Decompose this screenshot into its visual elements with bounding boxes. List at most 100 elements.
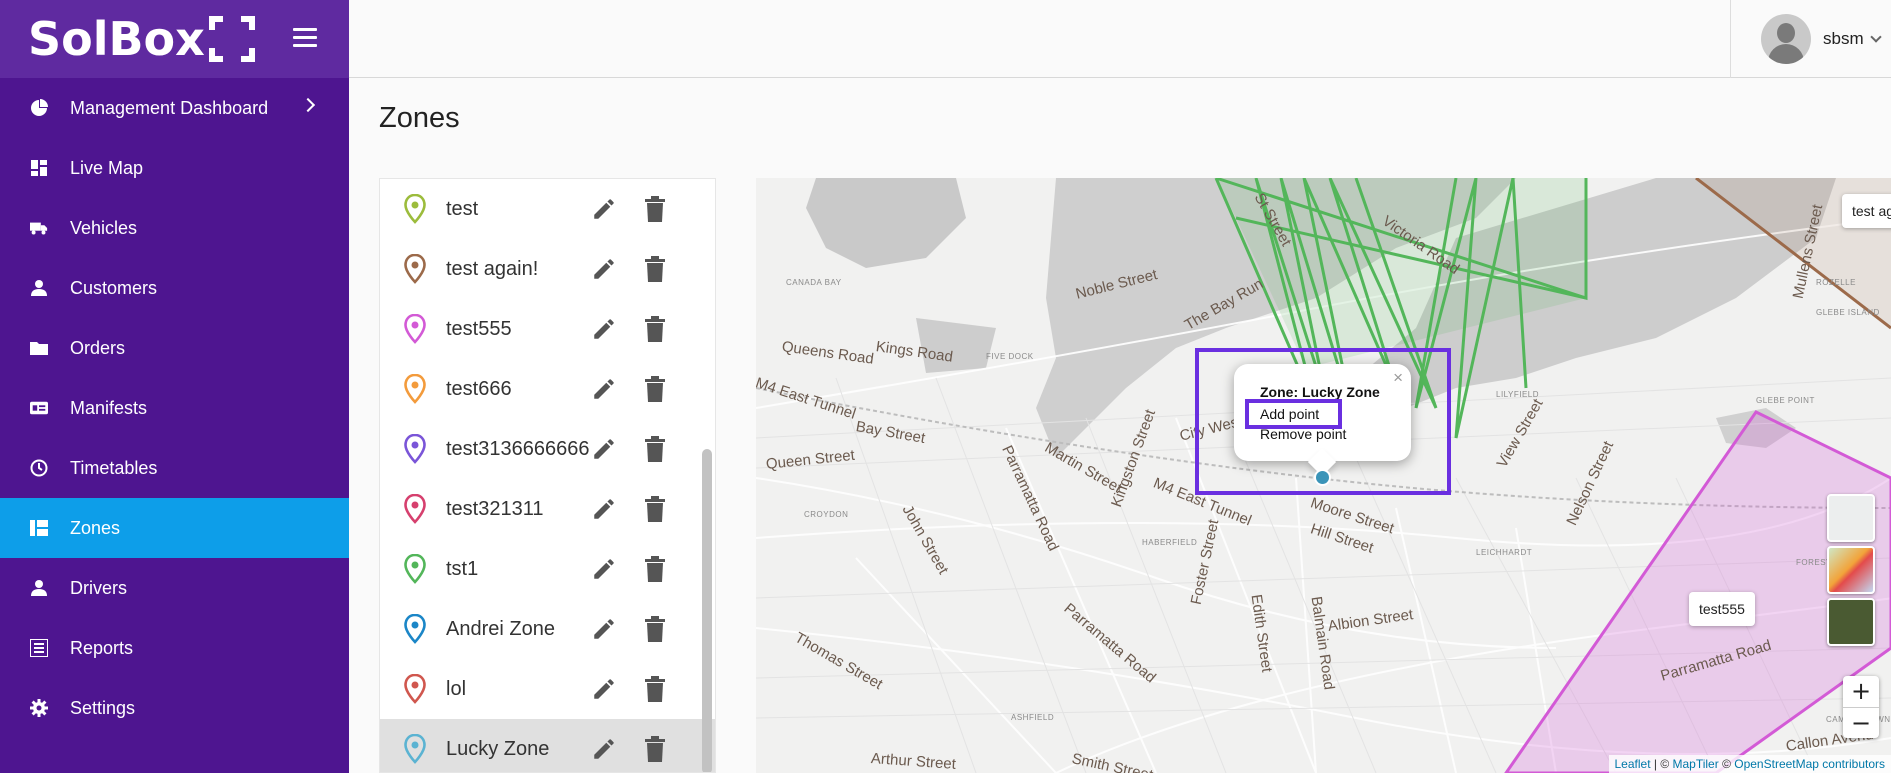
sidebar: SolBox Management Dashboard Live Map Vehic… [0,0,349,773]
pie-chart-icon [30,99,48,117]
zone-row[interactable]: test555 [380,299,715,359]
page-title: Zones [379,102,460,134]
sidebar-item-vehicles[interactable]: Vehicles [0,198,349,258]
zone-name: Lucky Zone [446,737,550,760]
sidebar-item-zones[interactable]: Zones [0,498,349,558]
leaflet-link[interactable]: Leaflet [1615,757,1651,771]
zone-name: test321311 [446,497,544,520]
sidebar-item-label: Management Dashboard [70,97,269,118]
sidebar-item-drivers[interactable]: Drivers [0,558,349,618]
delete-trash-icon[interactable] [644,435,666,463]
delete-trash-icon[interactable] [644,555,666,583]
popup-close-icon[interactable]: × [1393,368,1403,388]
sidebar-item-orders[interactable]: Orders [0,318,349,378]
username: sbsm [1823,29,1864,48]
sidebar-item-customers[interactable]: Customers [0,258,349,318]
person-icon [30,579,48,597]
list-scrollbar[interactable] [702,449,712,772]
map-pin-icon [404,194,426,224]
sidebar-nav: Management Dashboard Live Map Vehicles Cust… [0,78,349,738]
zone-row[interactable]: test [380,179,715,239]
attribution-sep: | © [1650,757,1673,771]
edit-pencil-icon[interactable] [591,496,617,522]
gear-icon [30,699,48,717]
zone-name: test666 [446,377,512,400]
sidebar-item-live-map[interactable]: Live Map [0,138,349,198]
zoom-in-button[interactable]: + [1843,676,1879,707]
sidebar-item-manifests[interactable]: Manifests [0,378,349,438]
zone-name: test [446,197,479,220]
layer-thumb-traffic[interactable] [1827,546,1875,594]
sidebar-item-timetables[interactable]: Timetables [0,438,349,498]
solbox-logo[interactable]: SolBox [28,12,255,66]
zone-row[interactable]: tst1 [380,539,715,599]
chevron-down-icon[interactable] [1869,31,1882,43]
layer-switcher [1827,494,1877,650]
edit-pencil-icon[interactable] [591,676,617,702]
sidebar-item-reports[interactable]: Reports [0,618,349,678]
sidebar-item-label: Orders [70,337,126,358]
zone-row[interactable]: test321311 [380,479,715,539]
top-bar: sbsm [349,0,1891,78]
sidebar-item-label: Timetables [70,457,158,478]
edit-pencil-icon[interactable] [591,436,617,462]
user-menu[interactable]: sbsm [1730,0,1891,78]
edit-pencil-icon[interactable] [591,556,617,582]
delete-trash-icon[interactable] [644,255,666,283]
edit-pencil-icon[interactable] [591,736,617,762]
zoom-out-button[interactable]: − [1843,707,1879,738]
zone-row[interactable]: lol [380,659,715,719]
osm-link[interactable]: OpenStreetMap contributors [1734,757,1885,771]
delete-trash-icon[interactable] [644,315,666,343]
edit-pencil-icon[interactable] [591,256,617,282]
sidebar-item-settings[interactable]: Settings [0,678,349,738]
delete-trash-icon[interactable] [644,735,666,763]
layer-thumb-streets[interactable] [1827,494,1875,542]
person-icon [30,279,48,297]
zone-row[interactable]: test again! [380,239,715,299]
suburb-label: GLEBE POINT [1756,396,1815,405]
zone-row[interactable]: test3136666666 [380,419,715,479]
edit-pencil-icon[interactable] [591,376,617,402]
edit-pencil-icon[interactable] [591,316,617,342]
add-point-highlight-box [1245,399,1342,429]
grid-icon [30,519,48,537]
delete-trash-icon[interactable] [644,615,666,643]
suburb-label: CROYDON [804,510,849,519]
map-attribution: Leaflet | © MapTiler © OpenStreetMap con… [1608,755,1891,773]
zone-row[interactable]: Lucky Zone [380,719,715,772]
edit-pencil-icon[interactable] [591,196,617,222]
map-tooltip-test-again: test ag [1842,194,1891,228]
zone-name: Andrei Zone [446,617,555,640]
maptiler-link[interactable]: MapTiler [1673,757,1719,771]
map-marker[interactable] [1314,469,1331,486]
map-pin-icon [404,314,426,344]
map-pin-icon [404,254,426,284]
layer-thumb-satellite[interactable] [1827,598,1875,646]
sidebar-item-label: Live Map [70,157,144,178]
delete-trash-icon[interactable] [644,195,666,223]
edit-pencil-icon[interactable] [591,616,617,642]
zone-row[interactable]: test666 [380,359,715,419]
sidebar-item-management-dashboard[interactable]: Management Dashboard [0,78,349,138]
map-pin-icon [404,374,426,404]
zone-name: test555 [446,317,512,340]
delete-trash-icon[interactable] [644,675,666,703]
hamburger-menu-icon[interactable] [293,28,317,48]
suburb-label: FIVE DOCK [986,352,1034,361]
zone-name: lol [446,677,467,700]
chevron-right-icon [300,97,316,113]
suburb-label: GLEBE ISLAND [1816,308,1880,317]
suburb-label: CANADA BAY [786,278,842,287]
map-tooltip-test555: test555 [1689,592,1755,626]
truck-icon [30,219,48,237]
sidebar-item-label: Settings [70,697,136,718]
zone-row[interactable]: Andrei Zone [380,599,715,659]
delete-trash-icon[interactable] [644,495,666,523]
id-card-icon [30,399,48,417]
delete-trash-icon[interactable] [644,375,666,403]
map-pin-icon [404,554,426,584]
map-pin-icon [404,434,426,464]
avatar[interactable] [1761,14,1811,64]
list-icon [30,639,48,657]
